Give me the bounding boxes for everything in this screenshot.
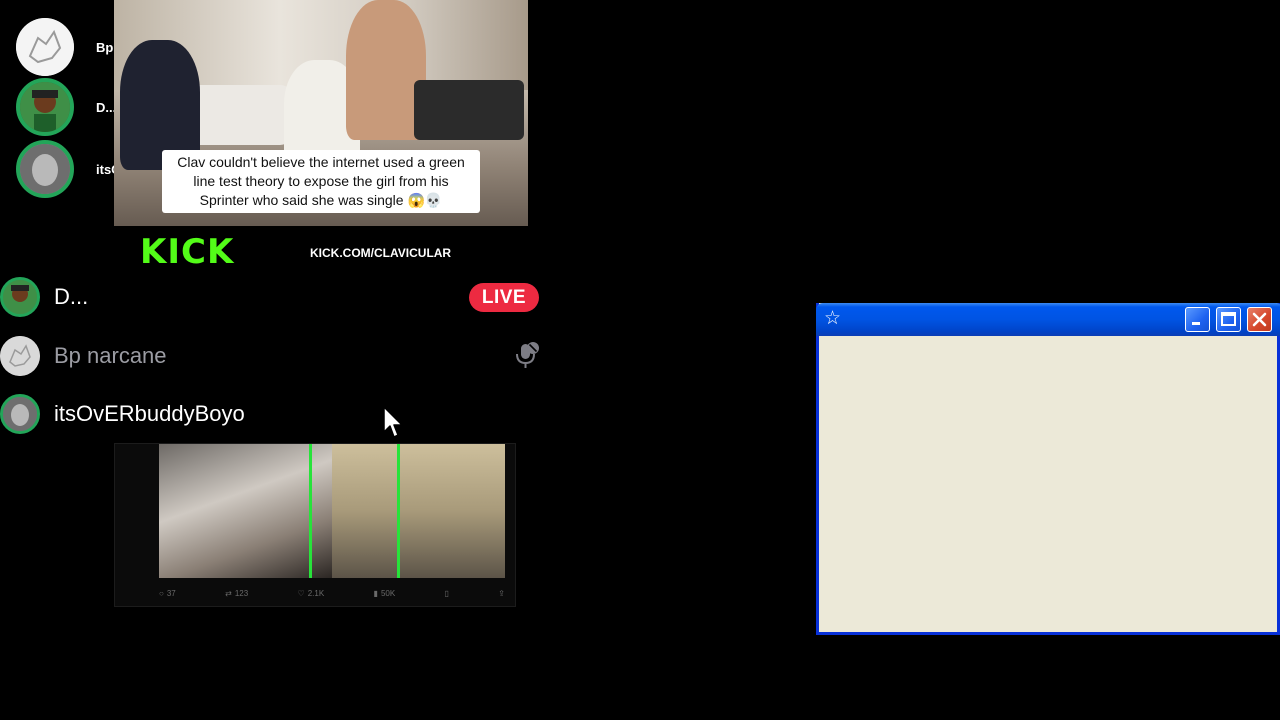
- window-titlebar[interactable]: ☆: [816, 303, 1280, 336]
- avatar: [16, 78, 74, 136]
- live-badge: LIVE: [469, 283, 539, 312]
- member-name: Bp narcane: [54, 343, 167, 368]
- share-action[interactable]: ⇪: [498, 585, 505, 601]
- voice-member-itsoverbuddyboyo[interactable]: itsOvERbuddyBoyo: [0, 392, 245, 436]
- views-action[interactable]: ▮ 50K: [374, 585, 396, 601]
- xp-window[interactable]: ☆: [816, 303, 1280, 635]
- share-icon: ⇪: [498, 588, 505, 598]
- views-count: 50K: [380, 588, 396, 598]
- avatar: [0, 336, 40, 376]
- post-actions: ○ 37 ⇄ 123 ♡ 2.1K ▮ 50K ▯ ⇪: [159, 585, 505, 601]
- close-button[interactable]: [1247, 307, 1272, 332]
- post-image: [159, 444, 505, 578]
- member-name: itsOvERbuddyBoyo: [54, 401, 245, 426]
- minimize-icon: [1192, 322, 1200, 325]
- maximize-icon: [1221, 312, 1236, 326]
- repost-icon: ⇄: [225, 588, 232, 598]
- bookmark-action[interactable]: ▯: [445, 585, 449, 601]
- mic-muted-icon: [512, 340, 540, 370]
- avatar: [16, 18, 74, 76]
- embedded-post[interactable]: ○ 37 ⇄ 123 ♡ 2.1K ▮ 50K ▯ ⇪: [114, 443, 516, 607]
- stream-preview[interactable]: Clav couldn't believe the internet used …: [114, 0, 528, 268]
- close-icon: [1252, 312, 1267, 327]
- like-count: 2.1K: [307, 588, 325, 598]
- maximize-button[interactable]: [1216, 307, 1241, 332]
- overlay-speaker-d: D...: [16, 78, 123, 136]
- reply-icon: ○: [159, 588, 164, 598]
- kick-logo: KICK: [140, 232, 235, 268]
- avatar: [16, 140, 74, 198]
- stream-caption: Clav couldn't believe the internet used …: [162, 150, 480, 213]
- reply-action[interactable]: ○ 37: [159, 585, 176, 601]
- member-name: D...: [54, 284, 89, 309]
- heart-icon: ♡: [297, 588, 305, 598]
- voice-member-d[interactable]: D...: [0, 275, 88, 319]
- avatar: [0, 394, 40, 434]
- mouse-cursor-icon: [383, 406, 403, 438]
- voice-member-bp-narcane[interactable]: Bp narcane: [0, 334, 167, 378]
- minimize-button[interactable]: [1185, 307, 1210, 332]
- bookmark-icon: ▯: [444, 588, 449, 598]
- window-client-area[interactable]: [819, 336, 1277, 632]
- repost-count: 123: [234, 588, 249, 598]
- like-action[interactable]: ♡ 2.1K: [298, 585, 325, 601]
- star-icon: ☆: [824, 308, 842, 329]
- repost-action[interactable]: ⇄ 123: [225, 585, 248, 601]
- views-icon: ▮: [373, 588, 378, 598]
- stream-url: KICK.COM/CLAVICULAR: [310, 246, 452, 260]
- reply-count: 37: [166, 588, 176, 598]
- avatar: [0, 277, 40, 317]
